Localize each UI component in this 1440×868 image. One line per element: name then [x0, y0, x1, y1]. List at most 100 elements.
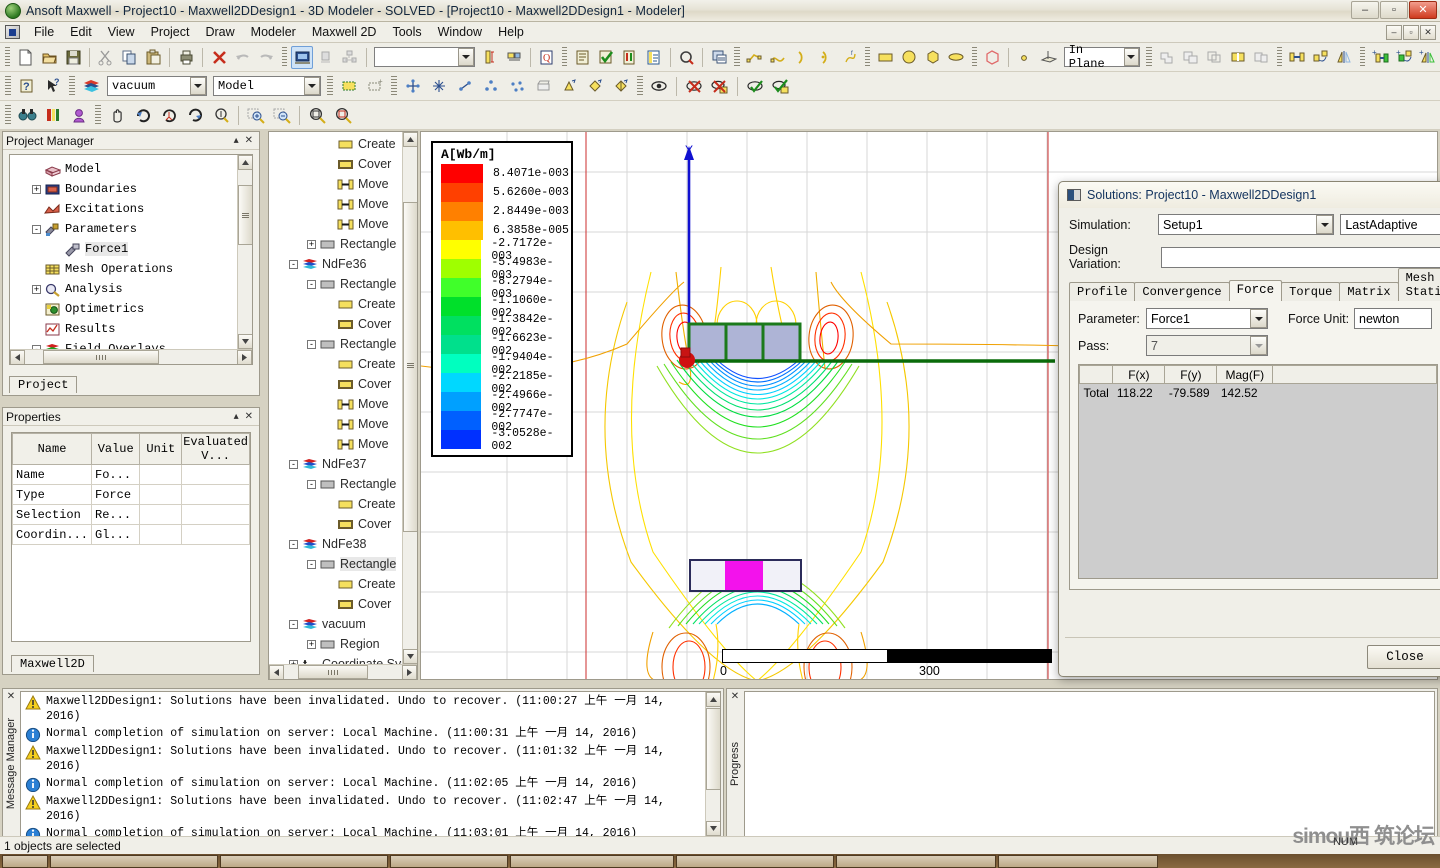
spin-view-icon[interactable]	[183, 104, 207, 127]
parameter-select[interactable]: Force1	[1146, 308, 1268, 329]
set-non-model-icon[interactable]: +	[363, 75, 387, 98]
open-folder-icon[interactable]	[38, 46, 60, 69]
history-item-cover[interactable]: Cover	[271, 154, 415, 174]
history-item-move[interactable]: Move	[271, 174, 415, 194]
draw-rectangle-icon[interactable]	[874, 46, 896, 69]
measure-icon[interactable]	[479, 46, 501, 69]
sidebar-item-analysis[interactable]: + Analysis	[12, 279, 250, 299]
toolbar-grip[interactable]	[1276, 47, 1283, 67]
history-item-vacuum[interactable]: - vacuum	[271, 614, 415, 634]
modeler-history-tree[interactable]: Create Cover Move Move Move + Rectangle - NdFe36…	[268, 131, 418, 680]
select-vertices-icon[interactable]	[479, 75, 503, 98]
show-all-objects-icon[interactable]	[769, 75, 793, 98]
chevron-down-icon[interactable]	[1123, 48, 1140, 66]
assign-boundary-icon[interactable]	[583, 75, 607, 98]
toolbar-grip[interactable]	[561, 47, 568, 67]
fit-selection-icon[interactable]	[331, 104, 355, 127]
select-faces-icon[interactable]	[427, 75, 451, 98]
results-table-icon[interactable]	[708, 46, 730, 69]
message-row-info[interactable]: Normal completion of simulation on serve…	[23, 775, 718, 793]
lower-magnet-pole[interactable]	[725, 561, 763, 590]
help-context-icon[interactable]: ?	[15, 75, 39, 98]
chevron-down-icon[interactable]	[304, 77, 320, 95]
tree-expander-toggle[interactable]: -	[32, 224, 41, 234]
material-stack-icon[interactable]	[79, 75, 103, 98]
taskbar-start-button[interactable]	[2, 854, 48, 868]
tab-torque[interactable]: Torque	[1281, 282, 1341, 301]
project-manager-tree[interactable]: Model + Boundaries Excitations - Parameters Fo…	[9, 154, 253, 365]
toolbar-grip[interactable]	[971, 47, 978, 67]
property-value[interactable]: Force	[91, 484, 141, 505]
select-edges-icon[interactable]	[453, 75, 477, 98]
tree-expander-toggle[interactable]: -	[307, 479, 316, 489]
properties-row[interactable]: Name Fo...	[12, 464, 250, 485]
history-item-cover[interactable]: Cover	[271, 594, 415, 614]
subtract-icon[interactable]	[1179, 46, 1201, 69]
taskbar-item[interactable]	[390, 854, 508, 868]
tree-expander-toggle[interactable]: -	[289, 459, 298, 469]
hide-selection-icon[interactable]	[682, 75, 706, 98]
collapse-icon[interactable]: ▴	[234, 411, 239, 422]
chevron-down-icon[interactable]	[1250, 309, 1267, 328]
delete-icon[interactable]	[208, 46, 230, 69]
tab-convergence[interactable]: Convergence	[1134, 282, 1230, 301]
select-multi-icon[interactable]	[505, 75, 529, 98]
duplicate-mirror-icon[interactable]: +	[1417, 46, 1439, 69]
toolbar-grip[interactable]	[637, 76, 643, 96]
taskbar-item[interactable]	[510, 854, 674, 868]
project-tree-hscrollbar[interactable]	[10, 349, 252, 364]
tree-expander-toggle[interactable]: -	[289, 619, 298, 629]
force-results-table-container[interactable]: F(x) F(y) Mag(F) Total 118.22 -79.589 142.52	[1078, 364, 1438, 579]
draw-point-icon[interactable]	[1014, 46, 1036, 69]
history-item-ndfe38[interactable]: - NdFe38	[271, 534, 415, 554]
scroll-up-icon[interactable]	[706, 692, 720, 707]
scroll-left-icon[interactable]	[10, 350, 25, 364]
select-plane-icon[interactable]	[531, 75, 555, 98]
taskbar-item[interactable]	[998, 854, 1158, 868]
scroll-left-icon[interactable]	[269, 665, 284, 679]
design-variation-input[interactable]	[1161, 246, 1440, 268]
tree-expander-toggle[interactable]: +	[307, 239, 316, 249]
toolbar-grip[interactable]	[5, 47, 11, 67]
close-icon[interactable]: ✕	[245, 411, 253, 422]
sidebar-item-optimetrics[interactable]: Optimetrics	[12, 299, 250, 319]
validate-icon[interactable]	[315, 46, 337, 69]
property-value[interactable]: Fo...	[91, 464, 141, 485]
history-item-create[interactable]: Create	[271, 354, 415, 374]
tab-maxwell2d[interactable]: Maxwell2D	[11, 655, 94, 672]
history-hscrollbar[interactable]	[269, 664, 417, 679]
history-item-region[interactable]: + Region	[271, 634, 415, 654]
scroll-thumb[interactable]	[403, 202, 417, 532]
history-item-ndfe36[interactable]: - NdFe36	[271, 254, 415, 274]
history-vscrollbar[interactable]	[402, 132, 417, 664]
redo-icon[interactable]	[256, 46, 278, 69]
toolbar-grip[interactable]	[281, 47, 288, 67]
cut-icon[interactable]	[95, 46, 117, 69]
chevron-down-icon[interactable]	[1250, 336, 1267, 355]
taskbar-item[interactable]	[220, 854, 388, 868]
history-item-move[interactable]: Move	[271, 394, 415, 414]
force-unit-input[interactable]: newton	[1354, 308, 1432, 329]
draw-equation-curve-icon[interactable]: f	[839, 46, 861, 69]
fit-all-icon[interactable]	[305, 104, 329, 127]
tree-expander-toggle[interactable]: +	[32, 184, 41, 194]
solutions-dialog[interactable]: Solutions: Project10 - Maxwell2DDesign1 …	[1058, 181, 1440, 677]
model-combo[interactable]: Model	[213, 76, 321, 96]
mesh-view-icon[interactable]	[503, 46, 525, 69]
scroll-right-icon[interactable]	[237, 350, 252, 364]
history-item-create[interactable]: Create	[271, 294, 415, 314]
history-item-rectangle[interactable]: - Rectangle	[271, 554, 415, 574]
empty-combo[interactable]	[373, 47, 476, 67]
rotate-view-icon[interactable]	[131, 104, 155, 127]
chevron-down-icon[interactable]	[1316, 215, 1334, 234]
sidebar-item-results[interactable]: Results	[12, 319, 250, 339]
assign-excitation-icon[interactable]	[557, 75, 581, 98]
history-item-create[interactable]: Create	[271, 494, 415, 514]
draw-circle-icon[interactable]	[898, 46, 920, 69]
close-button[interactable]: Close	[1367, 645, 1440, 669]
tree-expander-toggle[interactable]: -	[289, 259, 298, 269]
toolbar-grip[interactable]	[1359, 47, 1366, 67]
menu-item-help[interactable]: Help	[490, 23, 532, 41]
history-item-rectangle[interactable]: - Rectangle	[271, 334, 415, 354]
report-icon[interactable]	[643, 46, 665, 69]
